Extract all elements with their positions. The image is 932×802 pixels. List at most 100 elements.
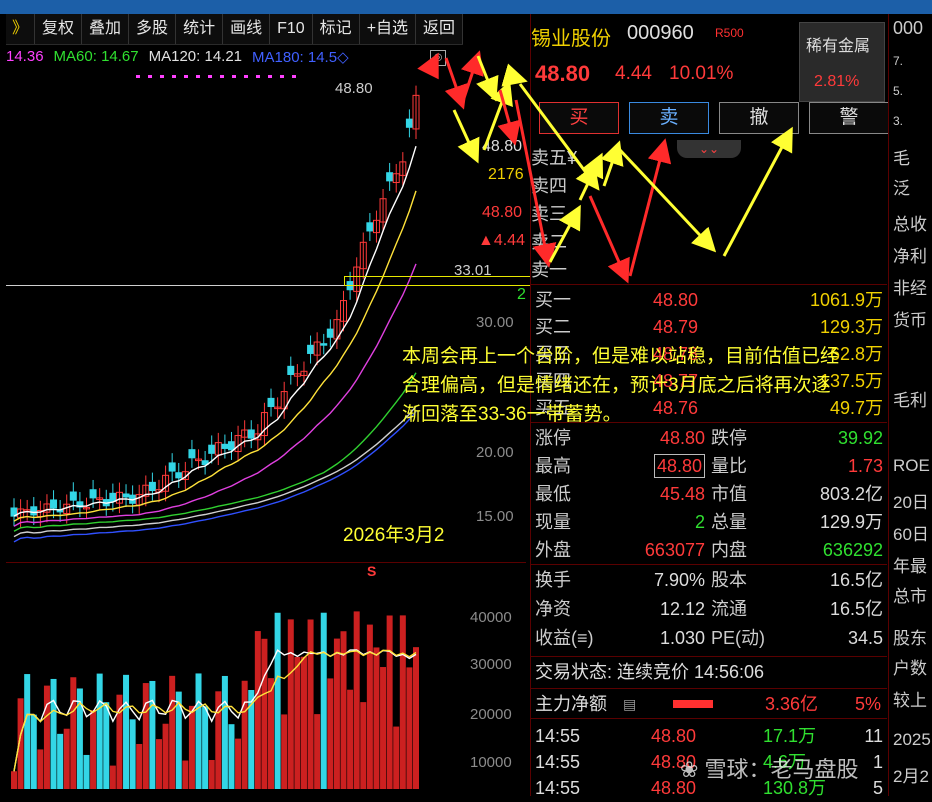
stats-row: 最低 45.48 市值 803.2亿 [531, 480, 887, 508]
toolbar-back-button[interactable]: 返回 [416, 14, 464, 44]
stats2-label-1: 换手 [535, 570, 571, 590]
toolbar-fuquan-button[interactable]: 复权 [35, 14, 83, 44]
f10-side-item[interactable]: 户数 [893, 654, 927, 679]
volume-bar [96, 673, 103, 789]
date-annotation: 2026年3月2 [343, 525, 445, 546]
alert-button[interactable]: 警 [809, 102, 889, 134]
bid-row[interactable]: 买一 48.80 1061.9万 [531, 286, 887, 314]
f10-side-item[interactable]: ROE [893, 456, 930, 476]
candle-body [221, 443, 229, 449]
volume-bar [129, 719, 136, 789]
stats2-separator [531, 564, 887, 565]
volume-bar [123, 674, 130, 789]
toolbar-f10-button[interactable]: F10 [270, 14, 313, 44]
ask-row-2: 卖二 [531, 232, 567, 252]
toolbar-stats-button[interactable]: 统计 [176, 14, 224, 44]
volume-bar [11, 771, 17, 789]
bid-price: 48.80 [653, 290, 699, 310]
trade-status-text: 交易状态: 连续竞价 14:56:06 [535, 662, 765, 682]
stats-label-1: 外盘 [535, 540, 571, 560]
f10-side-item[interactable]: 总市 [893, 582, 927, 607]
signal-dot [196, 75, 200, 78]
f10-side-item[interactable]: 2月2 [893, 762, 929, 787]
volume-bar [228, 724, 235, 789]
ticks-separator [531, 718, 887, 719]
collapse-chevron-icon[interactable]: ⌄⌄ [677, 140, 741, 158]
buy-button[interactable]: 买 [539, 102, 619, 134]
f10-side-item[interactable]: 泛 [893, 174, 910, 199]
stats2-value-2: 16.5亿 [829, 599, 883, 619]
list-icon[interactable]: ▤ [623, 690, 636, 718]
volume-bar [366, 624, 373, 789]
volume-bar [373, 647, 380, 789]
annotation-line-3: 渐回落至33-36一带蓄势。 [402, 404, 622, 425]
f10-side-item[interactable]: 2025 [893, 730, 931, 750]
stats2-value-1: 12.12 [659, 599, 705, 619]
f10-side-item[interactable]: 较上 [893, 686, 927, 711]
volume-bar [294, 656, 301, 789]
vol-tick-10000: 10000 [470, 754, 512, 771]
expand-arrow-button[interactable]: 》 [6, 14, 36, 44]
candle-body [386, 172, 394, 182]
sector-box[interactable]: 稀有金属 2.81% [799, 22, 885, 102]
mid-price-label-2: 48.80 [482, 204, 523, 221]
f10-side-item[interactable]: 毛 [893, 144, 910, 169]
f10-side-item[interactable]: 非经 [893, 274, 927, 299]
volume-bars [11, 611, 419, 789]
volume-bar [399, 615, 406, 789]
f10-side-item[interactable]: 5. [893, 84, 903, 98]
f10-side-item[interactable]: 60日 [893, 520, 929, 545]
bid-row[interactable]: 买二 48.79 129.3万 [531, 313, 887, 341]
volume-bar [287, 619, 294, 789]
volume-bar [314, 714, 321, 789]
price-change: 4.44 [615, 63, 652, 84]
f10-side-item[interactable]: 股东 [893, 624, 927, 649]
f10-side-item[interactable]: 净利 [893, 242, 927, 267]
stats-value-2: 636292 [822, 540, 883, 560]
main-flow-row[interactable]: 主力净额 ▤ 3.36亿 5% [531, 690, 887, 718]
candle-body [227, 441, 235, 451]
f10-side-item[interactable]: 总收 [893, 210, 927, 235]
stats2-label-1: 净资 [535, 599, 571, 619]
volume-bar [162, 723, 169, 789]
volume-bar [360, 702, 367, 789]
moving-average-line [13, 190, 417, 522]
stock-name[interactable]: 锡业股份 [531, 22, 611, 51]
volume-bar [386, 615, 393, 789]
volume-bar [83, 754, 90, 789]
f10-side-item[interactable]: 货币 [893, 306, 927, 331]
stock-code: 000960 [627, 22, 694, 44]
candle-body [30, 506, 38, 516]
f10-side-item[interactable]: 7. [893, 54, 903, 68]
signal-dot [184, 75, 188, 78]
sell-button[interactable]: 卖 [629, 102, 709, 134]
volume-bar [307, 619, 314, 789]
cancel-order-button[interactable]: 撤 [719, 102, 799, 134]
volume-bar [109, 765, 116, 789]
main-flow-bar [673, 700, 713, 708]
status-separator [531, 656, 887, 657]
toolbar-mark-button[interactable]: 标记 [313, 14, 360, 44]
candlestick-chart [10, 75, 420, 543]
toolbar-multi-stock-button[interactable]: 多股 [129, 14, 177, 44]
main-flow-value: 3.36亿 [765, 694, 819, 714]
vol-tick-40000: 40000 [470, 609, 512, 626]
f10-side-item[interactable]: 20日 [893, 488, 929, 513]
toolbar-draw-line-button[interactable]: 画线 [223, 14, 271, 44]
orderbook-separator [531, 284, 887, 285]
f10-side-item[interactable]: 000 [893, 18, 923, 39]
toolbar-add-watchlist-button[interactable]: +自选 [360, 14, 417, 44]
kline-high-label: 48.80 [335, 80, 373, 97]
toolbar-overlay-button[interactable]: 叠加 [82, 14, 130, 44]
volume-bar [221, 675, 228, 789]
candle-body [405, 118, 413, 128]
signal-dot [244, 75, 248, 78]
f10-side-item[interactable]: 3. [893, 114, 903, 128]
settings-gear-icon[interactable]: ◎ [430, 50, 446, 66]
tick-volume: 17.1万 [763, 726, 817, 746]
f10-side-item[interactable]: 年最 [893, 552, 927, 577]
tick-time: 14:55 [535, 778, 581, 798]
volume-bar [274, 612, 281, 789]
ma-legend-ma180: MA180: 14.5◇ [252, 49, 349, 66]
candle-body [326, 328, 334, 338]
